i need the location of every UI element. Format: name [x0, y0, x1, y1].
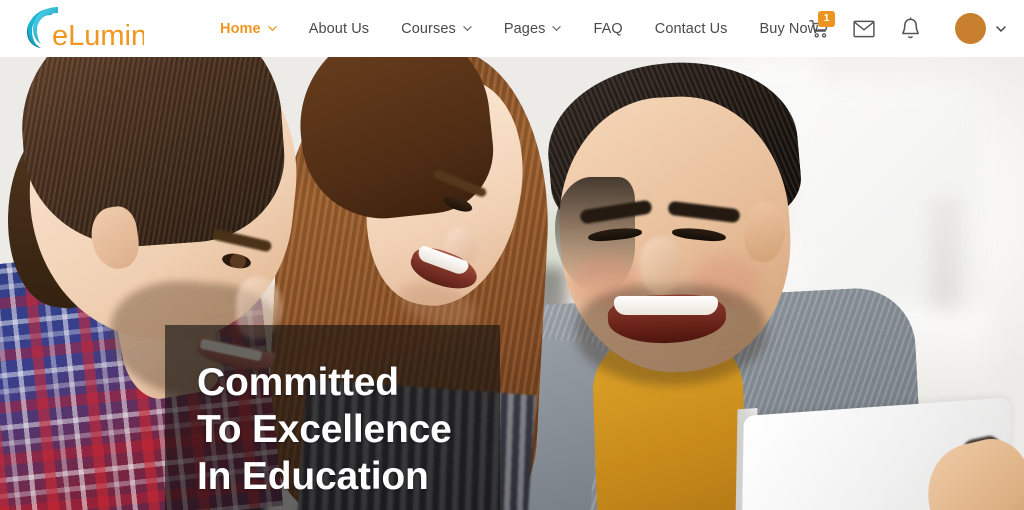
- nav-label: FAQ: [593, 20, 623, 37]
- account-menu[interactable]: [955, 13, 1006, 44]
- chevron-down-icon: [267, 24, 277, 33]
- site-header: eLumine Home About Us Courses Pages: [0, 0, 1024, 57]
- brand-logo-link[interactable]: eLumine: [22, 6, 162, 52]
- nav-label: About Us: [308, 20, 370, 37]
- cart-badge-count: 1: [818, 10, 835, 27]
- chevron-down-icon: [996, 24, 1006, 34]
- messages-button[interactable]: [847, 12, 881, 46]
- page-root: eLumine Home About Us Courses Pages: [0, 0, 1024, 510]
- nav-label: Pages: [503, 20, 546, 37]
- notifications-button[interactable]: [893, 12, 927, 46]
- nav-label: Courses: [401, 20, 456, 37]
- elumine-logo: eLumine: [27, 6, 144, 52]
- header-actions: 1: [802, 0, 1024, 57]
- main-navigation: Home About Us Courses Pages FAQ Contact …: [204, 21, 834, 37]
- nav-item-about-us[interactable]: About Us: [293, 21, 385, 37]
- svg-text:eLumine: eLumine: [52, 20, 144, 52]
- nav-item-pages[interactable]: Pages: [488, 21, 578, 37]
- nav-item-courses[interactable]: Courses: [385, 21, 488, 37]
- chevron-down-icon: [552, 24, 562, 33]
- nav-label: Home: [220, 20, 261, 37]
- nav-item-faq[interactable]: FAQ: [577, 21, 638, 37]
- bell-icon: [901, 17, 919, 39]
- cart-button[interactable]: 1: [802, 10, 836, 46]
- nav-label: Contact Us: [654, 20, 728, 37]
- hero-photo: [0, 57, 1024, 510]
- hero-banner: Committed To Excellence In Education: [0, 57, 1024, 510]
- chevron-down-icon: [463, 24, 472, 33]
- avatar: [955, 13, 986, 44]
- nav-item-contact-us[interactable]: Contact Us: [639, 21, 744, 37]
- hero-headline: Committed To Excellence In Education: [197, 361, 452, 498]
- nav-item-home[interactable]: Home: [204, 21, 293, 37]
- envelope-icon: [853, 20, 875, 37]
